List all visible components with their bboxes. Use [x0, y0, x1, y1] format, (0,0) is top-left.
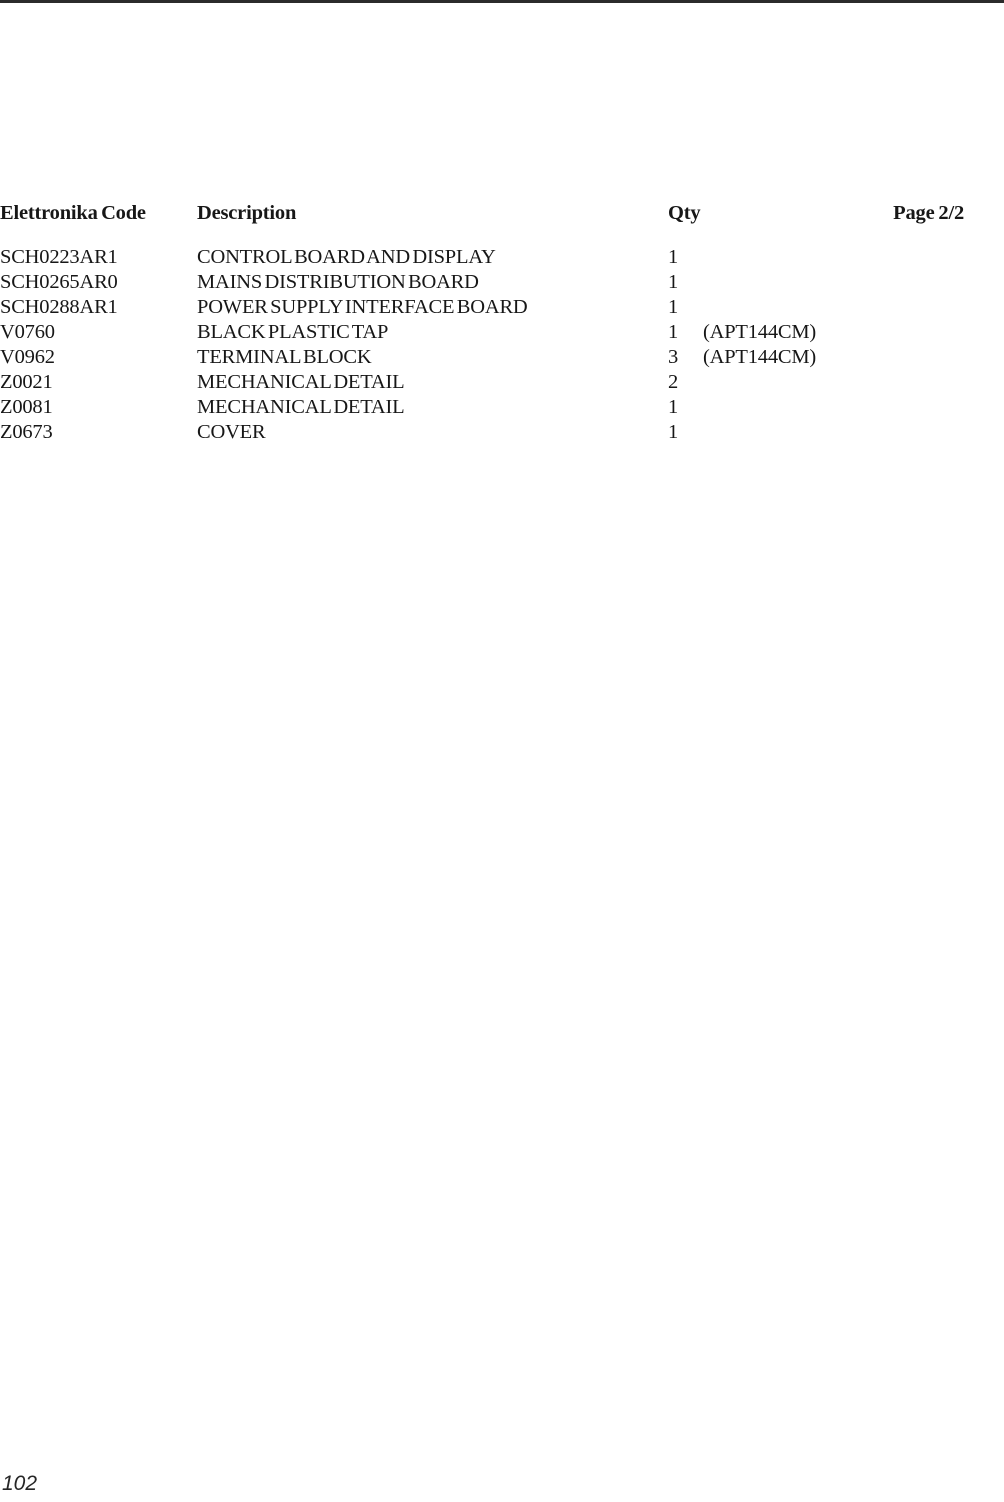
cell-code: Z0081	[0, 396, 53, 418]
footer-page-number: 102	[2, 1472, 38, 1495]
table-row: Z0021 MECHANICAL DETAIL 2	[0, 370, 1004, 395]
cell-qty: 1	[668, 321, 679, 343]
page-indicator: Page 2/2	[893, 202, 964, 224]
cell-description: BLACK PLASTIC TAP	[197, 321, 389, 343]
table-row: SCH0265AR0 MAINS DISTRIBUTION BOARD 1	[0, 270, 1004, 295]
cell-description: MECHANICAL DETAIL	[197, 396, 405, 418]
page-top-rule	[0, 0, 1004, 3]
cell-code: Z0021	[0, 371, 53, 393]
table-row: Z0081 MECHANICAL DETAIL 1	[0, 395, 1004, 420]
cell-qty: 2	[668, 371, 679, 393]
cell-qty: 1	[668, 271, 679, 293]
cell-description: CONTROL BOARD AND DISPLAY	[197, 246, 496, 268]
cell-code: V0962	[0, 346, 55, 368]
table-row: V0760 BLACK PLASTIC TAP 1 (APT144CM)	[0, 320, 1004, 345]
cell-code: SCH0265AR0	[0, 271, 118, 293]
cell-note: (APT144CM)	[703, 321, 817, 343]
cell-qty: 1	[668, 396, 679, 418]
table-row: SCH0223AR1 CONTROL BOARD AND DISPLAY 1	[0, 245, 1004, 270]
table-header-row: Elettronika Code Description Qty Page 2/…	[0, 198, 1004, 228]
table-row: SCH0288AR1 POWER SUPPLY INTERFACE BOARD 1	[0, 295, 1004, 320]
cell-qty: 1	[668, 246, 679, 268]
cell-qty: 1	[668, 421, 679, 443]
cell-description: TERMINAL BLOCK	[197, 346, 372, 368]
cell-description: MECHANICAL DETAIL	[197, 371, 405, 393]
table-row: V0962 TERMINAL BLOCK 3 (APT144CM)	[0, 345, 1004, 370]
cell-code: SCH0288AR1	[0, 296, 118, 318]
cell-code: Z0673	[0, 421, 53, 443]
spare-parts-table: Elettronika Code Description Qty Page 2/…	[0, 198, 1004, 445]
cell-description: MAINS DISTRIBUTION BOARD	[197, 271, 479, 293]
cell-description: POWER SUPPLY INTERFACE BOARD	[197, 296, 528, 318]
table-row: Z0673 COVER 1	[0, 420, 1004, 445]
cell-code: SCH0223AR1	[0, 246, 118, 268]
cell-note: (APT144CM)	[703, 346, 817, 368]
table-body: SCH0223AR1 CONTROL BOARD AND DISPLAY 1 SCH0…	[0, 245, 1004, 445]
cell-qty: 1	[668, 296, 679, 318]
cell-code: V0760	[0, 321, 55, 343]
cell-qty: 3	[668, 346, 679, 368]
document-page: Elettronika Code Description Qty Page 2/…	[0, 0, 1004, 1502]
cell-description: COVER	[197, 421, 266, 443]
